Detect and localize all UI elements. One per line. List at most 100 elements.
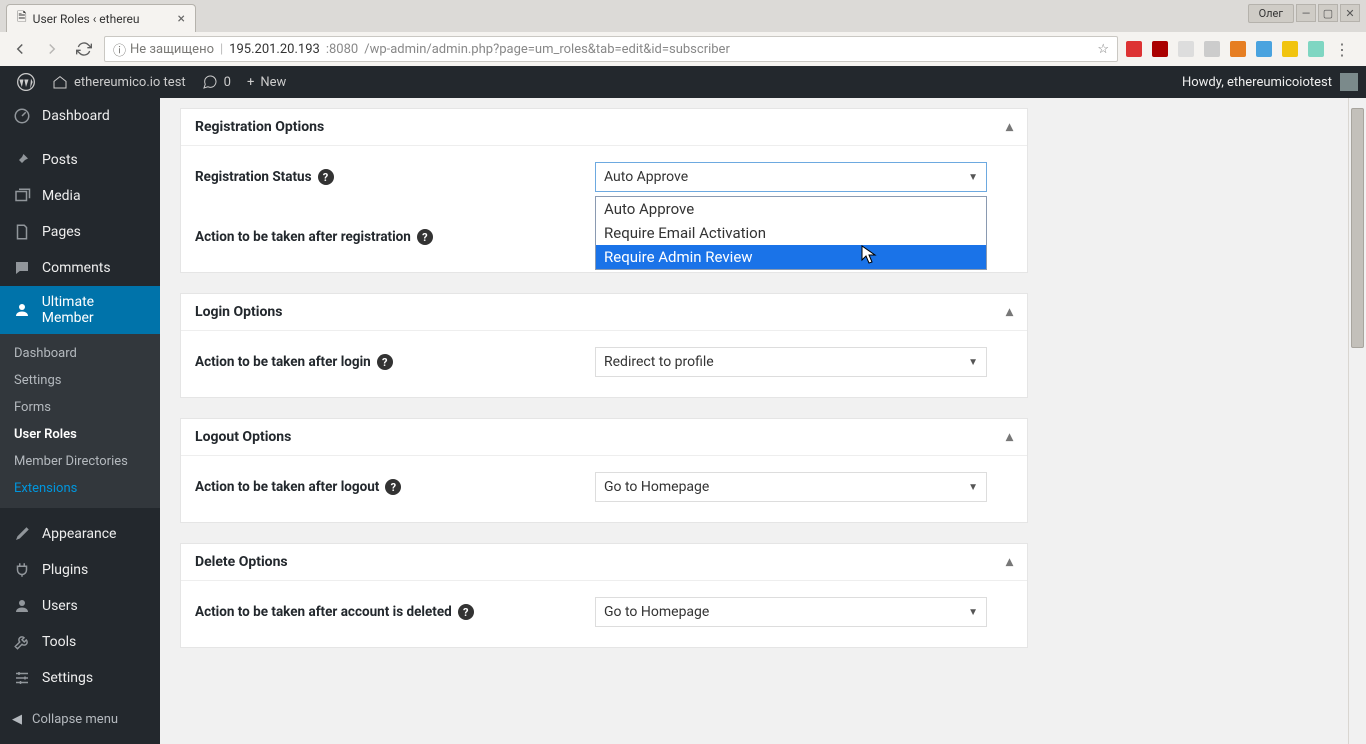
help-icon[interactable]: ? [458, 604, 474, 620]
menu-users[interactable]: Users [0, 588, 160, 624]
ext-icon[interactable] [1204, 41, 1220, 57]
menu-plugins[interactable]: Plugins [0, 552, 160, 588]
wrench-icon [12, 632, 32, 652]
ext-icon[interactable] [1178, 41, 1194, 57]
info-icon: ⓘ Не защищено [113, 40, 214, 59]
help-icon[interactable]: ? [417, 229, 433, 245]
ext-icon[interactable] [1282, 41, 1298, 57]
submenu-dashboard[interactable]: Dashboard [0, 340, 160, 367]
pin-icon [12, 150, 32, 170]
panel-title: Logout Options [195, 429, 291, 445]
howdy-text[interactable]: Howdy, ethereumicoiotest [1182, 75, 1332, 90]
brush-icon [12, 524, 32, 544]
submenu-user-roles[interactable]: User Roles [0, 421, 160, 448]
registration-options-panel: Registration Options ▴ Registration Stat… [180, 108, 1028, 273]
registration-status-label: Registration Status ? [195, 169, 595, 185]
registration-status-select[interactable]: Auto Approve ▼ [595, 162, 987, 192]
collapse-menu[interactable]: ◀Collapse menu [0, 704, 160, 735]
action-after-login-select[interactable]: Redirect to profile ▼ [595, 347, 987, 377]
menu-ultimate-member[interactable]: Ultimate Member [0, 286, 160, 334]
window-minimize-button[interactable]: — [1296, 4, 1316, 22]
panel-title: Login Options [195, 304, 282, 320]
new-content[interactable]: + New [239, 66, 294, 98]
menu-tools[interactable]: Tools [0, 624, 160, 660]
ext-icon[interactable] [1152, 41, 1168, 57]
comments-link[interactable]: 0 [194, 66, 239, 98]
ext-icon[interactable] [1256, 41, 1272, 57]
scrollbar-thumb[interactable] [1351, 108, 1364, 348]
file-icon: 🗎 [17, 8, 27, 29]
site-name[interactable]: ethereumico.io test [44, 66, 194, 98]
star-icon[interactable]: ☆ [1097, 42, 1109, 57]
submenu-forms[interactable]: Forms [0, 394, 160, 421]
help-icon[interactable]: ? [377, 354, 393, 370]
collapse-toggle-icon[interactable]: ▴ [1006, 554, 1013, 570]
scrollbar[interactable] [1348, 98, 1366, 744]
avatar[interactable] [1340, 73, 1358, 91]
ext-icon[interactable] [1308, 41, 1324, 57]
menu-settings[interactable]: Settings [0, 660, 160, 696]
chevron-down-icon: ▼ [968, 607, 978, 618]
action-after-login-label: Action to be taken after login ? [195, 354, 595, 370]
submenu-member-directories[interactable]: Member Directories [0, 448, 160, 475]
users-icon [12, 596, 32, 616]
window-close-button[interactable]: ✕ [1340, 4, 1360, 22]
forward-button[interactable] [40, 37, 64, 61]
action-after-registration-label: Action to be taken after registration ? [195, 229, 595, 245]
help-icon[interactable]: ? [318, 169, 334, 185]
dashboard-icon [12, 106, 32, 126]
browser-tab[interactable]: 🗎 User Roles ‹ ethereu × [6, 4, 196, 32]
media-icon [12, 186, 32, 206]
comment-icon [12, 258, 32, 278]
menu-dashboard[interactable]: Dashboard [0, 98, 160, 134]
dropdown-option-require-admin[interactable]: Require Admin Review [596, 245, 986, 269]
window-maximize-button[interactable]: ▢ [1318, 4, 1338, 22]
login-options-panel: Login Options ▴ Action to be taken after… [180, 293, 1028, 398]
panel-title: Registration Options [195, 119, 324, 135]
registration-status-dropdown: Auto Approve Require Email Activation Re… [595, 196, 987, 270]
action-after-logout-label: Action to be taken after logout ? [195, 479, 595, 495]
ext-icon[interactable] [1230, 41, 1246, 57]
menu-comments[interactable]: Comments [0, 250, 160, 286]
dropdown-option-auto-approve[interactable]: Auto Approve [596, 197, 986, 221]
wp-logo[interactable] [8, 66, 44, 98]
tab-title: User Roles ‹ ethereu [33, 12, 140, 26]
menu-posts[interactable]: Posts [0, 142, 160, 178]
content-area: Registration Options ▴ Registration Stat… [160, 98, 1366, 744]
menu-appearance[interactable]: Appearance [0, 516, 160, 552]
chevron-down-icon: ▼ [968, 357, 978, 368]
logout-options-panel: Logout Options ▴ Action to be taken afte… [180, 418, 1028, 523]
extension-icons: ⋮ [1126, 40, 1358, 59]
url-path: /wp-admin/admin.php?page=um_roles&tab=ed… [364, 42, 730, 57]
menu-pages[interactable]: Pages [0, 214, 160, 250]
delete-options-panel: Delete Options ▴ Action to be taken afte… [180, 543, 1028, 648]
back-button[interactable] [8, 37, 32, 61]
reload-button[interactable] [72, 37, 96, 61]
url-port: :8080 [326, 42, 358, 57]
submenu-extensions[interactable]: Extensions [0, 475, 160, 502]
action-after-delete-select[interactable]: Go to Homepage ▼ [595, 597, 987, 627]
panel-title: Delete Options [195, 554, 288, 570]
plus-icon: + [247, 75, 254, 90]
chevron-down-icon: ▼ [968, 482, 978, 493]
admin-menu: Dashboard Posts Media Pages Comments Ult… [0, 98, 160, 744]
help-icon[interactable]: ? [385, 479, 401, 495]
menu-media[interactable]: Media [0, 178, 160, 214]
collapse-icon: ◀ [12, 712, 22, 727]
page-icon [12, 222, 32, 242]
address-bar[interactable]: ⓘ Не защищено | 195.201.20.193:8080/wp-a… [104, 36, 1118, 62]
action-after-logout-select[interactable]: Go to Homepage ▼ [595, 472, 987, 502]
collapse-toggle-icon[interactable]: ▴ [1006, 429, 1013, 445]
user-icon [12, 300, 32, 320]
close-tab-icon[interactable]: × [178, 11, 185, 27]
plug-icon [12, 560, 32, 580]
chevron-down-icon: ▼ [968, 172, 978, 183]
collapse-toggle-icon[interactable]: ▴ [1006, 304, 1013, 320]
os-user-badge: Олег [1248, 4, 1294, 23]
submenu-settings[interactable]: Settings [0, 367, 160, 394]
dropdown-option-require-email[interactable]: Require Email Activation [596, 221, 986, 245]
sliders-icon [12, 668, 32, 688]
collapse-toggle-icon[interactable]: ▴ [1006, 119, 1013, 135]
ext-icon[interactable] [1126, 41, 1142, 57]
menu-icon[interactable]: ⋮ [1334, 40, 1350, 59]
